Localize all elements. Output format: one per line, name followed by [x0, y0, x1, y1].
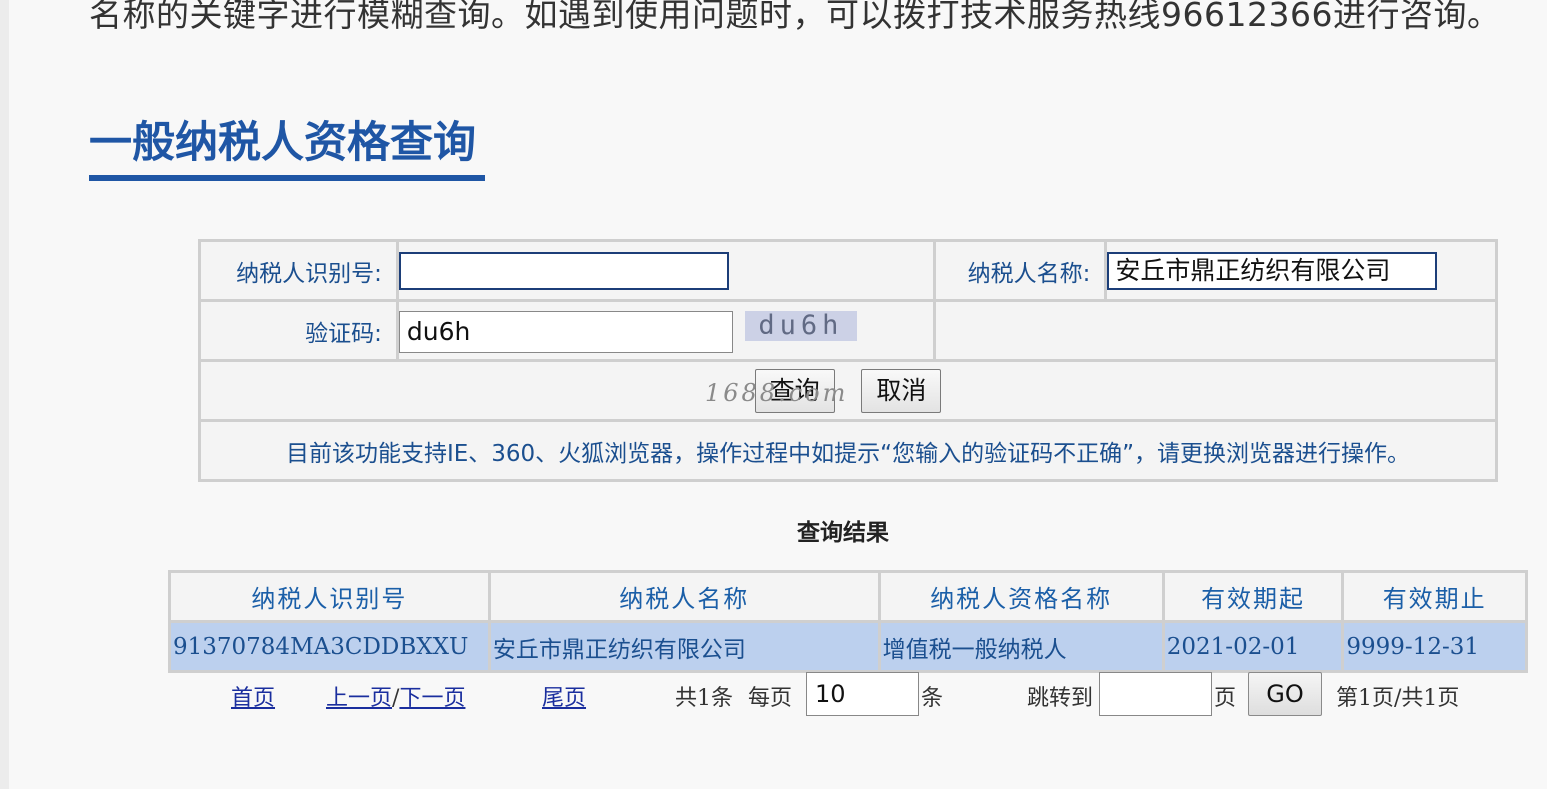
captcha-input[interactable]: du6h: [398, 310, 733, 353]
per-page-label: 每页: [748, 686, 793, 711]
last-page-link[interactable]: 尾页: [542, 680, 586, 712]
taxpayer-id-input[interactable]: [398, 251, 729, 290]
per-page-unit: 条: [921, 686, 944, 711]
cell-taxpayer-id: 91370784MA3CDDBXXU: [168, 620, 491, 673]
results-header-row: 纳税人识别号 纳税人名称 纳税人资格名称 有效期起 有效期止: [168, 570, 1528, 623]
page-title: 一般纳税人资格查询: [89, 118, 476, 168]
prev-page-link[interactable]: 上一页: [326, 686, 392, 711]
go-button[interactable]: GO: [1248, 672, 1322, 716]
next-page-link[interactable]: 下一页: [399, 686, 465, 711]
cell-valid-from: 2021-02-01: [1161, 620, 1345, 673]
captcha-image[interactable]: du6h: [744, 310, 857, 341]
per-page-input[interactable]: 10: [806, 672, 919, 716]
cell-taxpayer-name: 安丘市鼎正纺织有限公司: [487, 620, 881, 673]
query-form: 纳税人识别号: 纳税人名称: 安丘市鼎正纺织有限公司 验证码: du6h du6…: [198, 239, 1498, 482]
cell-valid-to: 9999-12-31: [1341, 620, 1528, 673]
table-row: 91370784MA3CDDBXXU 安丘市鼎正纺织有限公司 增值税一般纳税人 …: [168, 620, 1528, 673]
taxpayer-name-label: 纳税人名称:: [933, 239, 1108, 302]
pagination: 首页 上一页/下一页 尾页 共1条 每页 10 条 跳转到 页 GO 第1页/共…: [0, 672, 1547, 716]
col-taxpayer-id: 纳税人识别号: [168, 570, 491, 623]
col-valid-from: 有效期起: [1161, 570, 1345, 623]
jump-page-input[interactable]: [1099, 672, 1212, 716]
results-title: 查询结果: [797, 519, 889, 546]
jump-label: 跳转到: [1027, 686, 1094, 711]
taxpayer-id-cell: [395, 239, 937, 302]
page-info: 第1页/共1页: [1336, 686, 1460, 711]
browser-notice: 目前该功能支持IE、360、火狐浏览器，操作过程中如提示“您输入的验证码不正确”…: [198, 419, 1498, 482]
cancel-button[interactable]: 取消: [861, 368, 942, 413]
page-unit: 页: [1214, 686, 1237, 711]
taxpayer-id-label: 纳税人识别号:: [198, 239, 399, 302]
prev-next-group: 上一页/下一页: [326, 680, 465, 712]
first-page-link[interactable]: 首页: [231, 680, 275, 712]
col-valid-to: 有效期止: [1341, 570, 1528, 623]
watermark: 1688.com: [705, 379, 849, 407]
taxpayer-name-input[interactable]: 安丘市鼎正纺织有限公司: [1107, 251, 1438, 290]
col-taxpayer-name: 纳税人名称: [487, 570, 881, 623]
captcha-cell: du6h du6h: [395, 299, 937, 362]
total-count: 共1条: [675, 686, 733, 711]
results-table: 纳税人识别号 纳税人名称 纳税人资格名称 有效期起 有效期止 91370784M…: [168, 570, 1528, 673]
intro-text: 名称的关键字进行模糊查询。如遇到使用问题时，可以拨打技术服务热线96612366…: [89, 0, 1501, 34]
empty-cell: [933, 299, 1498, 362]
col-qualification: 纳税人资格名称: [877, 570, 1165, 623]
taxpayer-name-cell: 安丘市鼎正纺织有限公司: [1104, 239, 1498, 302]
cell-qualification: 增值税一般纳税人: [877, 620, 1165, 673]
captcha-label: 验证码:: [198, 299, 399, 362]
title-underline: [89, 175, 485, 181]
